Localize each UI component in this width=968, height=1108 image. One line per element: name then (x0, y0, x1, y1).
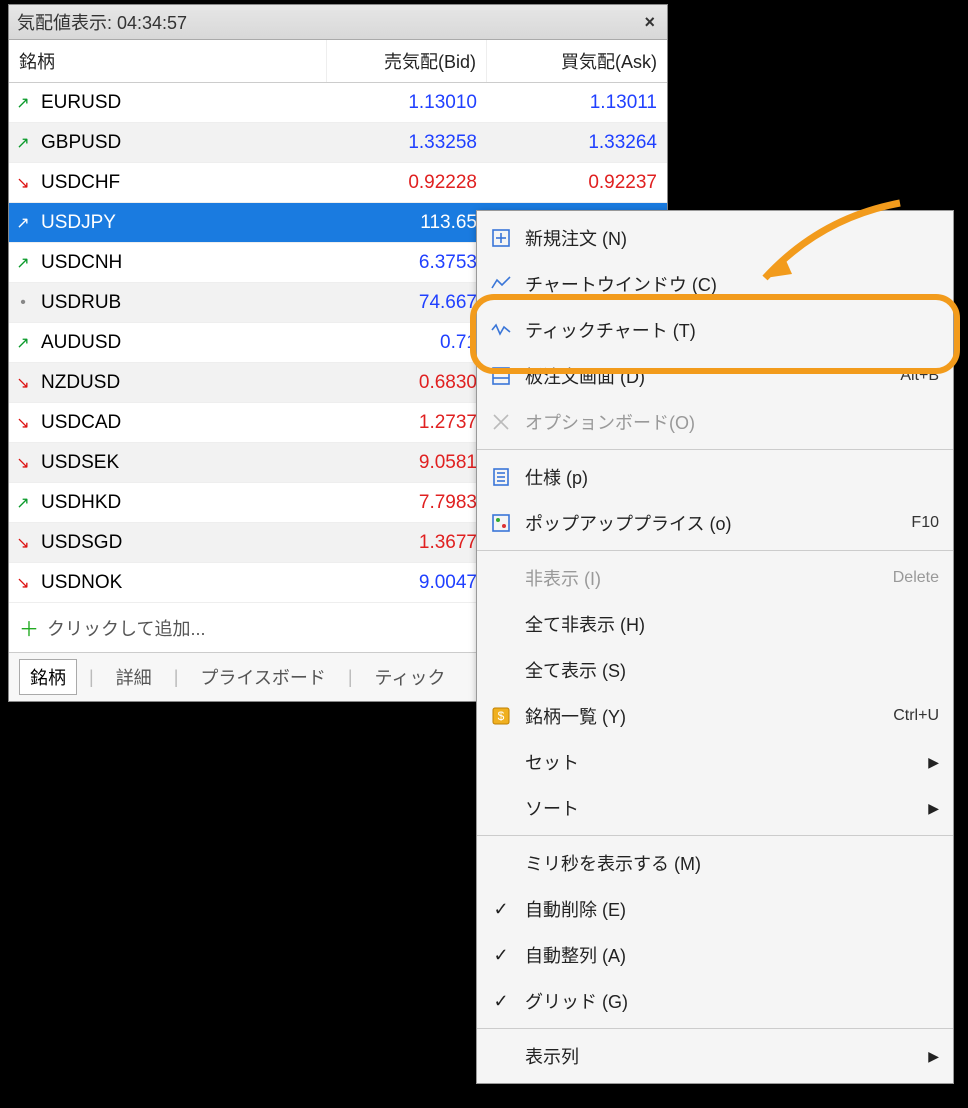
menu-new-order[interactable]: 新規注文 (N) (477, 215, 953, 261)
tab-symbols[interactable]: 銘柄 (19, 659, 77, 695)
ask-value: 1.13011 (487, 92, 667, 114)
bid-value: 74.667 (327, 292, 487, 314)
symbol-name: USDCNH (37, 252, 327, 274)
menu-specification[interactable]: 仕様 (p) (477, 454, 953, 500)
menu-hide-all[interactable]: 全て非表示 (H) (477, 601, 953, 647)
header-bid[interactable]: 売気配(Bid) (327, 40, 487, 82)
menu-show-all[interactable]: 全て表示 (S) (477, 647, 953, 693)
menu-columns[interactable]: 表示列 ▶ (477, 1033, 953, 1079)
table-row[interactable]: ↗EURUSD1.130101.13011 (9, 83, 667, 123)
menu-set[interactable]: セット ▶ (477, 739, 953, 785)
table-header: 銘柄 売気配(Bid) 買気配(Ask) (9, 40, 667, 83)
menu-chart-window[interactable]: チャートウインドウ (C) (477, 261, 953, 307)
panel-titlebar: 気配値表示: 04:34:57 × (9, 5, 667, 40)
chart-window-icon (487, 273, 515, 295)
ask-value: 0.92237 (487, 172, 667, 194)
trend-up-icon: ↗ (9, 213, 37, 233)
bid-value: 0.92228 (327, 172, 487, 194)
close-icon[interactable]: × (640, 12, 659, 33)
menu-auto-delete[interactable]: ✓ 自動削除 (E) (477, 886, 953, 932)
bid-value: 0.6830 (327, 372, 487, 394)
symbol-name: USDRUB (37, 292, 327, 314)
table-row[interactable]: ↘USDCHF0.922280.92237 (9, 163, 667, 203)
menu-sort[interactable]: ソート ▶ (477, 785, 953, 831)
header-ask[interactable]: 買気配(Ask) (487, 40, 667, 82)
check-icon: ✓ (487, 945, 515, 966)
symbol-name: NZDUSD (37, 372, 327, 394)
check-icon: ✓ (487, 899, 515, 920)
symbol-name: GBPUSD (37, 132, 327, 154)
table-row[interactable]: ↗GBPUSD1.332581.33264 (9, 123, 667, 163)
trend-down-icon: ↘ (9, 373, 37, 393)
symbol-name: USDNOK (37, 572, 327, 594)
plus-icon: ＋ (19, 613, 39, 642)
option-board-icon (487, 411, 515, 433)
trend-down-icon: ↘ (9, 533, 37, 553)
menu-divider (477, 835, 953, 836)
trend-up-icon: ↗ (9, 93, 37, 113)
bid-value: 1.13010 (327, 92, 487, 114)
menu-show-ms[interactable]: ミリ秒を表示する (M) (477, 840, 953, 886)
symbols-icon: $ (487, 705, 515, 727)
menu-divider (477, 550, 953, 551)
symbol-name: EURUSD (37, 92, 327, 114)
bid-value: 9.0581 (327, 452, 487, 474)
menu-popup-prices[interactable]: ポップアッププライス (o) F10 (477, 500, 953, 546)
menu-option-board: オプションボード(O) (477, 399, 953, 445)
bid-value: 0.71 (327, 332, 487, 354)
svg-text:$: $ (498, 709, 505, 723)
spec-icon (487, 466, 515, 488)
menu-divider (477, 449, 953, 450)
bid-value: 6.3753 (327, 252, 487, 274)
trend-up-icon: ↗ (9, 493, 37, 513)
trend-down-icon: ↘ (9, 453, 37, 473)
menu-symbols-list[interactable]: $ 銘柄一覧 (Y) Ctrl+U (477, 693, 953, 739)
trend-up-icon: ↗ (9, 133, 37, 153)
trend-down-icon: ↘ (9, 173, 37, 193)
bid-value: 7.7983 (327, 492, 487, 514)
tab-tick[interactable]: ティック (365, 660, 456, 694)
tick-chart-icon (487, 319, 515, 341)
trend-up-icon: ↗ (9, 253, 37, 273)
context-menu: 新規注文 (N) チャートウインドウ (C) ティックチャート (T) 板注文画… (476, 210, 954, 1084)
tab-details[interactable]: 詳細 (106, 660, 162, 694)
header-symbol[interactable]: 銘柄 (9, 40, 327, 82)
menu-tick-chart[interactable]: ティックチャート (T) (477, 307, 953, 353)
menu-grid[interactable]: ✓ グリッド (G) (477, 978, 953, 1024)
symbol-name: USDSGD (37, 532, 327, 554)
bid-value: 1.3677 (327, 532, 487, 554)
submenu-arrow-icon: ▶ (928, 754, 939, 771)
trend-down-icon: ↘ (9, 413, 37, 433)
new-order-icon (487, 227, 515, 249)
symbol-name: USDCHF (37, 172, 327, 194)
panel-title: 気配値表示: 04:34:57 (17, 9, 187, 35)
submenu-arrow-icon: ▶ (928, 1048, 939, 1065)
menu-hide: 非表示 (I) Delete (477, 555, 953, 601)
add-symbol-label: クリックして追加... (47, 615, 205, 641)
symbol-name: AUDUSD (37, 332, 327, 354)
symbol-name: USDSEK (37, 452, 327, 474)
trend-up-icon: ↗ (9, 333, 37, 353)
bid-value: 1.2737 (327, 412, 487, 434)
submenu-arrow-icon: ▶ (928, 800, 939, 817)
bid-value: 9.0047 (327, 572, 487, 594)
ask-value: 1.33264 (487, 132, 667, 154)
tab-priceboard[interactable]: プライスボード (190, 660, 335, 694)
trend-down-icon: ↘ (9, 573, 37, 593)
check-icon: ✓ (487, 991, 515, 1012)
symbol-name: USDCAD (37, 412, 327, 434)
bid-value: 1.33258 (327, 132, 487, 154)
popup-icon (487, 512, 515, 534)
symbol-name: USDJPY (37, 212, 327, 234)
bid-value: 113.65 (327, 212, 487, 234)
trend-dot-icon: • (9, 294, 37, 312)
menu-depth-market[interactable]: 板注文画面 (D) Alt+B (477, 353, 953, 399)
menu-divider (477, 1028, 953, 1029)
symbol-name: USDHKD (37, 492, 327, 514)
menu-auto-arrange[interactable]: ✓ 自動整列 (A) (477, 932, 953, 978)
depth-icon (487, 365, 515, 387)
